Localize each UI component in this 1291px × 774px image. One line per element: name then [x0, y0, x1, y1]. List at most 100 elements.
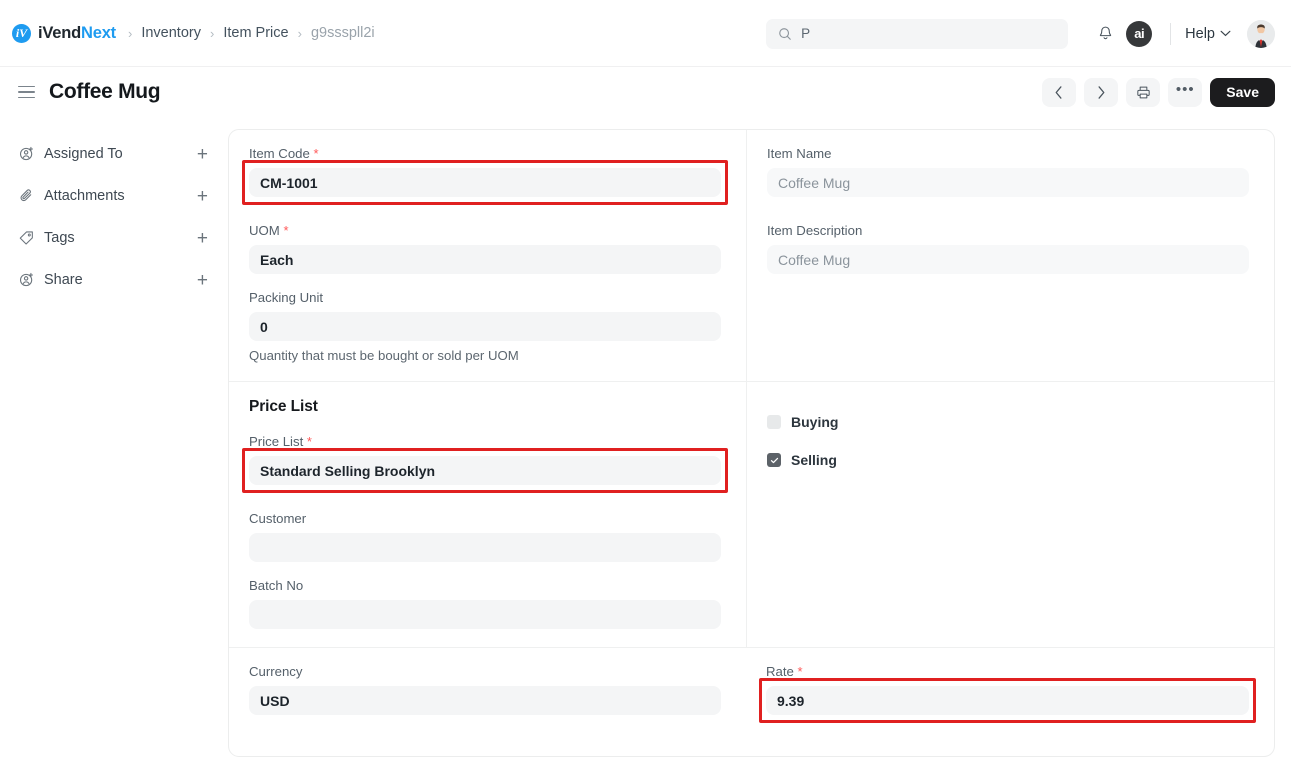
- tag-icon: [18, 230, 35, 247]
- price-list-right-column: Buying Selling: [746, 382, 1274, 647]
- packing-unit-hint: Quantity that must be bought or sold per…: [249, 348, 519, 363]
- field-price-list: Price List * Standard Selling Brooklyn: [242, 434, 728, 493]
- field-label: UOM *: [249, 223, 289, 238]
- field-customer: Customer: [249, 511, 721, 562]
- item-name-input[interactable]: Coffee Mug: [767, 168, 1249, 197]
- field-label: Batch No: [249, 578, 304, 593]
- sidebar-add-assigned-to[interactable]: +: [197, 145, 212, 164]
- chevron-down-icon: [1220, 30, 1231, 37]
- save-button[interactable]: Save: [1210, 77, 1275, 107]
- selling-label: Selling: [791, 452, 837, 468]
- sidebar-item-share[interactable]: Share +: [18, 259, 212, 301]
- uom-input[interactable]: Each: [249, 245, 721, 274]
- buying-checkbox[interactable]: [767, 415, 781, 429]
- check-icon: [770, 457, 778, 463]
- page-title: Coffee Mug: [49, 80, 161, 103]
- packing-unit-input[interactable]: 0: [249, 312, 721, 341]
- avatar[interactable]: [1247, 19, 1275, 48]
- field-batch-no: Batch No: [249, 578, 721, 629]
- price-list-left-column: Price List Price List * Standard Selling…: [229, 382, 746, 647]
- field-label: Customer: [249, 511, 307, 526]
- page-header: Coffee Mug ••• Save: [0, 67, 1291, 117]
- page-body: Assigned To + Attachments + Tags + Share…: [0, 117, 1291, 774]
- item-price-form-card: Item Code * CM-1001 UOM * Each Packing U…: [228, 129, 1275, 757]
- chevron-left-icon: [1055, 85, 1062, 99]
- page-header-actions: ••• Save: [1042, 77, 1275, 107]
- field-label: Currency: [249, 664, 303, 679]
- breadcrumb-item-current: g9ssspll2i: [310, 25, 375, 41]
- field-label: Packing Unit: [249, 290, 324, 305]
- sidebar-toggle-icon[interactable]: [18, 85, 35, 99]
- more-options-button[interactable]: •••: [1168, 77, 1203, 107]
- user-avatar-icon: [1247, 19, 1275, 48]
- buying-label: Buying: [791, 414, 839, 430]
- ai-assistant-badge[interactable]: ai: [1126, 20, 1153, 47]
- section-rate: Currency USD Rate * 9.39: [229, 647, 1274, 733]
- next-record-button[interactable]: [1084, 77, 1119, 107]
- section-title-price-list: Price List: [249, 398, 318, 415]
- checkbox-row-selling[interactable]: Selling: [767, 452, 1249, 468]
- rate-input[interactable]: 9.39: [766, 686, 1249, 715]
- sidebar-item-label: Tags: [44, 230, 75, 246]
- item-description-input[interactable]: Coffee Mug: [767, 245, 1249, 274]
- item-code-highlight: CM-1001: [242, 160, 728, 205]
- search-icon: [779, 27, 791, 40]
- batch-no-input[interactable]: [249, 600, 721, 629]
- sidebar-item-attachments[interactable]: Attachments +: [18, 175, 212, 217]
- customer-input[interactable]: [249, 533, 721, 562]
- required-marker: *: [797, 664, 803, 679]
- sidebar-item-label: Share: [44, 272, 83, 288]
- sidebar-add-share[interactable]: +: [197, 271, 212, 290]
- field-currency: Currency USD: [249, 664, 721, 715]
- item-code-input[interactable]: CM-1001: [249, 168, 721, 197]
- nav-divider: [1170, 22, 1172, 45]
- breadcrumb-separator: ›: [127, 25, 133, 41]
- breadcrumb: › Inventory › Item Price › g9ssspll2i: [128, 25, 375, 41]
- price-list-input[interactable]: Standard Selling Brooklyn: [249, 456, 721, 485]
- previous-record-button[interactable]: [1042, 77, 1077, 107]
- help-menu[interactable]: Help: [1185, 26, 1231, 42]
- sidebar: Assigned To + Attachments + Tags + Share…: [0, 117, 228, 774]
- notifications-button[interactable]: [1090, 19, 1120, 49]
- required-marker: *: [313, 146, 319, 161]
- sidebar-add-attachment[interactable]: +: [197, 187, 212, 206]
- selling-checkbox[interactable]: [767, 453, 781, 467]
- print-button[interactable]: [1126, 77, 1161, 107]
- section-item-details: Item Code * CM-1001 UOM * Each Packing U…: [229, 130, 1274, 381]
- breadcrumb-separator: ›: [297, 25, 302, 41]
- currency-input[interactable]: USD: [249, 686, 721, 715]
- sidebar-add-tag[interactable]: +: [197, 229, 212, 248]
- sidebar-item-assigned-to[interactable]: Assigned To +: [18, 133, 212, 175]
- item-details-left-column: Item Code * CM-1001 UOM * Each Packing U…: [229, 130, 746, 381]
- breadcrumb-item-inventory[interactable]: Inventory: [141, 25, 201, 41]
- brand-logo[interactable]: iV iVendNext: [12, 23, 116, 43]
- paperclip-icon: [18, 188, 35, 205]
- form-card-wrapper: Item Code * CM-1001 UOM * Each Packing U…: [228, 117, 1291, 774]
- top-nav-right-group: P ai Help: [766, 0, 1275, 67]
- field-item-name: Item Name Coffee Mug: [767, 146, 1249, 197]
- rate-right-column: Rate * 9.39: [746, 648, 1274, 733]
- price-list-highlight: Standard Selling Brooklyn: [242, 448, 728, 493]
- checkbox-row-buying[interactable]: Buying: [767, 414, 1249, 430]
- breadcrumb-item-item-price[interactable]: Item Price: [223, 25, 288, 41]
- rate-highlight: 9.39: [759, 678, 1256, 723]
- sidebar-item-tags[interactable]: Tags +: [18, 217, 212, 259]
- search-input[interactable]: P: [766, 18, 1069, 49]
- field-uom: UOM * Each: [249, 223, 721, 274]
- field-label: Item Description: [767, 223, 863, 238]
- field-item-description: Item Description Coffee Mug: [767, 223, 1249, 274]
- sidebar-item-label: Attachments: [44, 188, 125, 204]
- field-label: Price List *: [249, 434, 312, 449]
- share-user-icon: [18, 272, 35, 289]
- field-label: Item Name: [767, 146, 832, 161]
- field-label: Rate *: [766, 664, 803, 679]
- user-add-icon: [18, 146, 35, 163]
- field-rate: Rate * 9.39: [759, 664, 1256, 723]
- help-menu-label: Help: [1185, 25, 1215, 42]
- required-marker: *: [306, 434, 312, 449]
- section-price-list: Price List Price List * Standard Selling…: [229, 381, 1274, 647]
- field-label: Item Code *: [249, 146, 319, 161]
- field-packing-unit: Packing Unit 0 Quantity that must be bou…: [249, 290, 721, 363]
- print-icon: [1137, 86, 1150, 98]
- top-navigation-bar: iV iVendNext › Inventory › Item Price › …: [0, 0, 1291, 67]
